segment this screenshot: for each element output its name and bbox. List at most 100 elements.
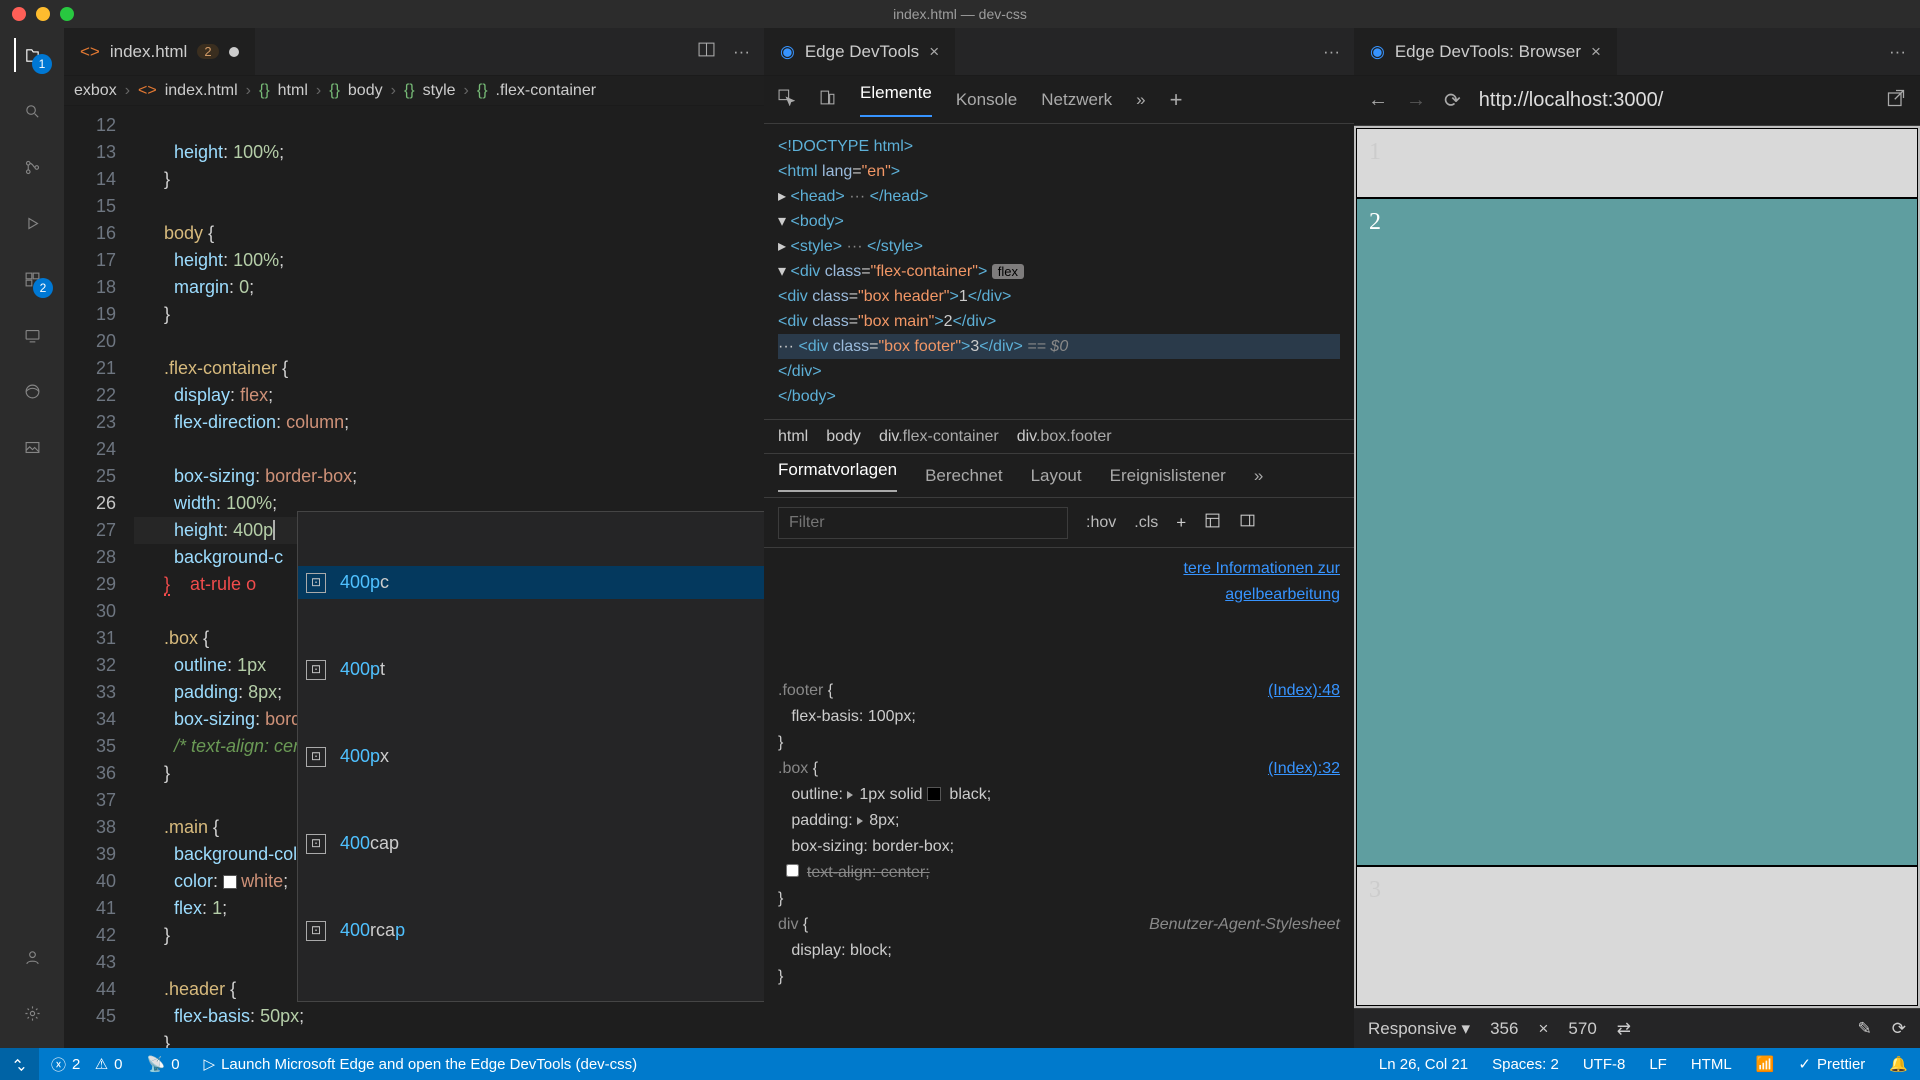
crumb-style[interactable]: style [423,82,456,100]
code-editor[interactable]: 1213141516171819202122232425262728293031… [64,106,764,1048]
tab-devtools[interactable]: ◉ Edge DevTools × [764,28,955,75]
address-bar[interactable]: http://localhost:3000/ [1479,89,1664,112]
crumb-html[interactable]: html [278,82,308,100]
toggle-sidebar-icon[interactable] [1239,512,1256,534]
edge-tools-icon[interactable] [15,374,49,408]
split-editor-icon[interactable] [698,41,715,63]
remote-explorer-icon[interactable] [15,318,49,352]
close-icon[interactable]: × [1591,42,1601,62]
css-decl[interactable]: flex-basis: 100px; [791,708,916,725]
device-select[interactable]: Responsive ▾ [1368,1019,1470,1039]
css-decl[interactable]: box-sizing: border-box; [791,838,954,855]
explorer-icon[interactable]: 1 [14,38,48,72]
close-icon[interactable]: × [929,42,939,62]
height-input[interactable]: 570 [1568,1019,1596,1039]
status-ports[interactable]: 📡 0 [135,1055,192,1073]
dom-crumb-footer[interactable]: div.box.footer [1017,428,1112,446]
dtab-elements[interactable]: Elemente [860,83,932,117]
editor-group: <> index.html 2 ··· exbox› <>index.html›… [64,28,764,1048]
explorer-badge: 1 [32,54,52,74]
status-encoding[interactable]: UTF-8 [1571,1055,1638,1073]
css-decl-disabled[interactable]: text-align: center; [807,864,930,881]
autocomplete-popup[interactable]: ⊡400pc ⊡400pt ⊡400px ⊡400cap ⊡400rcap [297,511,764,1002]
status-indent[interactable]: Spaces: 2 [1480,1055,1571,1073]
ac-item-1[interactable]: ⊡400pt [298,653,764,686]
source-control-icon[interactable] [15,150,49,184]
device-toggle-icon[interactable] [819,89,836,111]
dtab-console[interactable]: Konsole [956,90,1017,110]
dtab-network[interactable]: Netzwerk [1041,90,1112,110]
status-errors[interactable]: ⓧ 2 ⚠ 0 [39,1054,135,1075]
selected-dom-node[interactable]: ··· <div class="box footer">3</div> == $… [778,334,1340,359]
forward-icon[interactable]: → [1406,89,1426,112]
run-debug-icon[interactable] [15,206,49,240]
css-decl[interactable]: padding: 8px; [791,812,899,829]
dom-crumb-html[interactable]: html [778,428,808,446]
dimension-separator: × [1538,1019,1548,1039]
crumb-file[interactable]: index.html [165,82,238,100]
cls-toggle[interactable]: .cls [1134,514,1158,532]
extensions-icon[interactable]: 2 [15,262,49,296]
status-launch-hint[interactable]: ▷ Launch Microsoft Edge and open the Edg… [192,1055,650,1073]
decl-toggle-checkbox[interactable] [786,864,799,877]
status-language[interactable]: HTML [1679,1055,1744,1073]
styles-pane[interactable]: tere Informationen zuragelbearbeitung (I… [764,548,1354,1048]
code-content[interactable]: height: 100%; } body { height: 100%; mar… [134,106,764,1048]
rule-source-link[interactable]: (Index):32 [1268,756,1340,782]
search-icon[interactable] [15,94,49,128]
width-input[interactable]: 356 [1490,1019,1518,1039]
refresh-preview-icon[interactable]: ⟳ [1892,1019,1906,1039]
styles-filter-input[interactable] [778,507,1068,539]
new-tab-icon[interactable]: + [1170,87,1183,113]
remote-indicator[interactable] [0,1048,39,1080]
mtab-styles[interactable]: Formatvorlagen [778,460,897,492]
open-external-icon[interactable] [1886,88,1906,114]
dom-crumb-flex[interactable]: div.flex-container [879,428,999,446]
more-tabs-icon[interactable]: » [1136,90,1145,110]
inspect-icon[interactable] [778,89,795,111]
computed-styles-icon[interactable] [1204,512,1221,534]
styles-help-link[interactable]: tere Informationen zuragelbearbeitung [1183,560,1340,603]
gallery-icon[interactable] [15,430,49,464]
status-cursor-pos[interactable]: Ln 26, Col 21 [1367,1055,1480,1073]
crumb-selector[interactable]: .flex-container [496,82,597,100]
status-bell-icon[interactable]: 🔔 [1877,1055,1920,1073]
more-actions-icon[interactable]: ··· [733,42,750,62]
settings-gear-icon[interactable] [15,996,49,1030]
more-tabs-icon[interactable]: » [1254,466,1263,486]
hov-toggle[interactable]: :hov [1086,514,1116,532]
css-decl[interactable]: outline: 1px solid black; [791,786,991,803]
flex-badge[interactable]: flex [992,264,1024,279]
account-icon[interactable] [15,940,49,974]
mtab-listeners[interactable]: Ereignislistener [1110,466,1226,486]
breadcrumb[interactable]: exbox› <>index.html› {}html› {}body› {}s… [64,76,764,106]
styles-tabs: Formatvorlagen Berechnet Layout Ereignis… [764,454,1354,498]
ac-item-3[interactable]: ⊡400cap [298,827,764,860]
reload-icon[interactable]: ⟳ [1444,88,1461,113]
devtools-top-tabs: Elemente Konsole Netzwerk » + [764,76,1354,124]
dom-tree[interactable]: <!DOCTYPE html> <html lang="en"> ▸ <head… [764,124,1354,420]
crumb-folder[interactable]: exbox [74,82,117,100]
tab-index-html[interactable]: <> index.html 2 [64,28,255,75]
ac-item-4[interactable]: ⊡400rcap [298,914,764,947]
back-icon[interactable]: ← [1368,89,1388,112]
dom-breadcrumb[interactable]: html body div.flex-container div.box.foo… [764,420,1354,454]
tab-browser[interactable]: ◉ Edge DevTools: Browser × [1354,28,1617,75]
status-bar: ⓧ 2 ⚠ 0 📡 0 ▷ Launch Microsoft Edge and … [0,1048,1920,1080]
screenshot-icon[interactable]: ✎ [1858,1019,1872,1039]
browser-viewport[interactable]: 1 2 3 [1354,126,1920,1008]
dom-crumb-body[interactable]: body [826,428,861,446]
crumb-body[interactable]: body [348,82,383,100]
more-actions-icon[interactable]: ··· [1323,42,1340,62]
more-actions-icon[interactable]: ··· [1889,42,1906,62]
mtab-layout[interactable]: Layout [1031,466,1082,486]
ac-item-0[interactable]: ⊡400pc [298,566,764,599]
rule-source-link[interactable]: (Index):48 [1268,678,1340,704]
status-prettier[interactable]: ✓ Prettier [1786,1055,1877,1073]
ac-item-2[interactable]: ⊡400px [298,740,764,773]
rotate-icon[interactable]: ⇄ [1617,1019,1631,1039]
mtab-computed[interactable]: Berechnet [925,466,1003,486]
status-eol[interactable]: LF [1637,1055,1679,1073]
new-style-rule-icon[interactable]: + [1176,513,1186,533]
status-golive[interactable]: 📶 [1744,1055,1787,1073]
